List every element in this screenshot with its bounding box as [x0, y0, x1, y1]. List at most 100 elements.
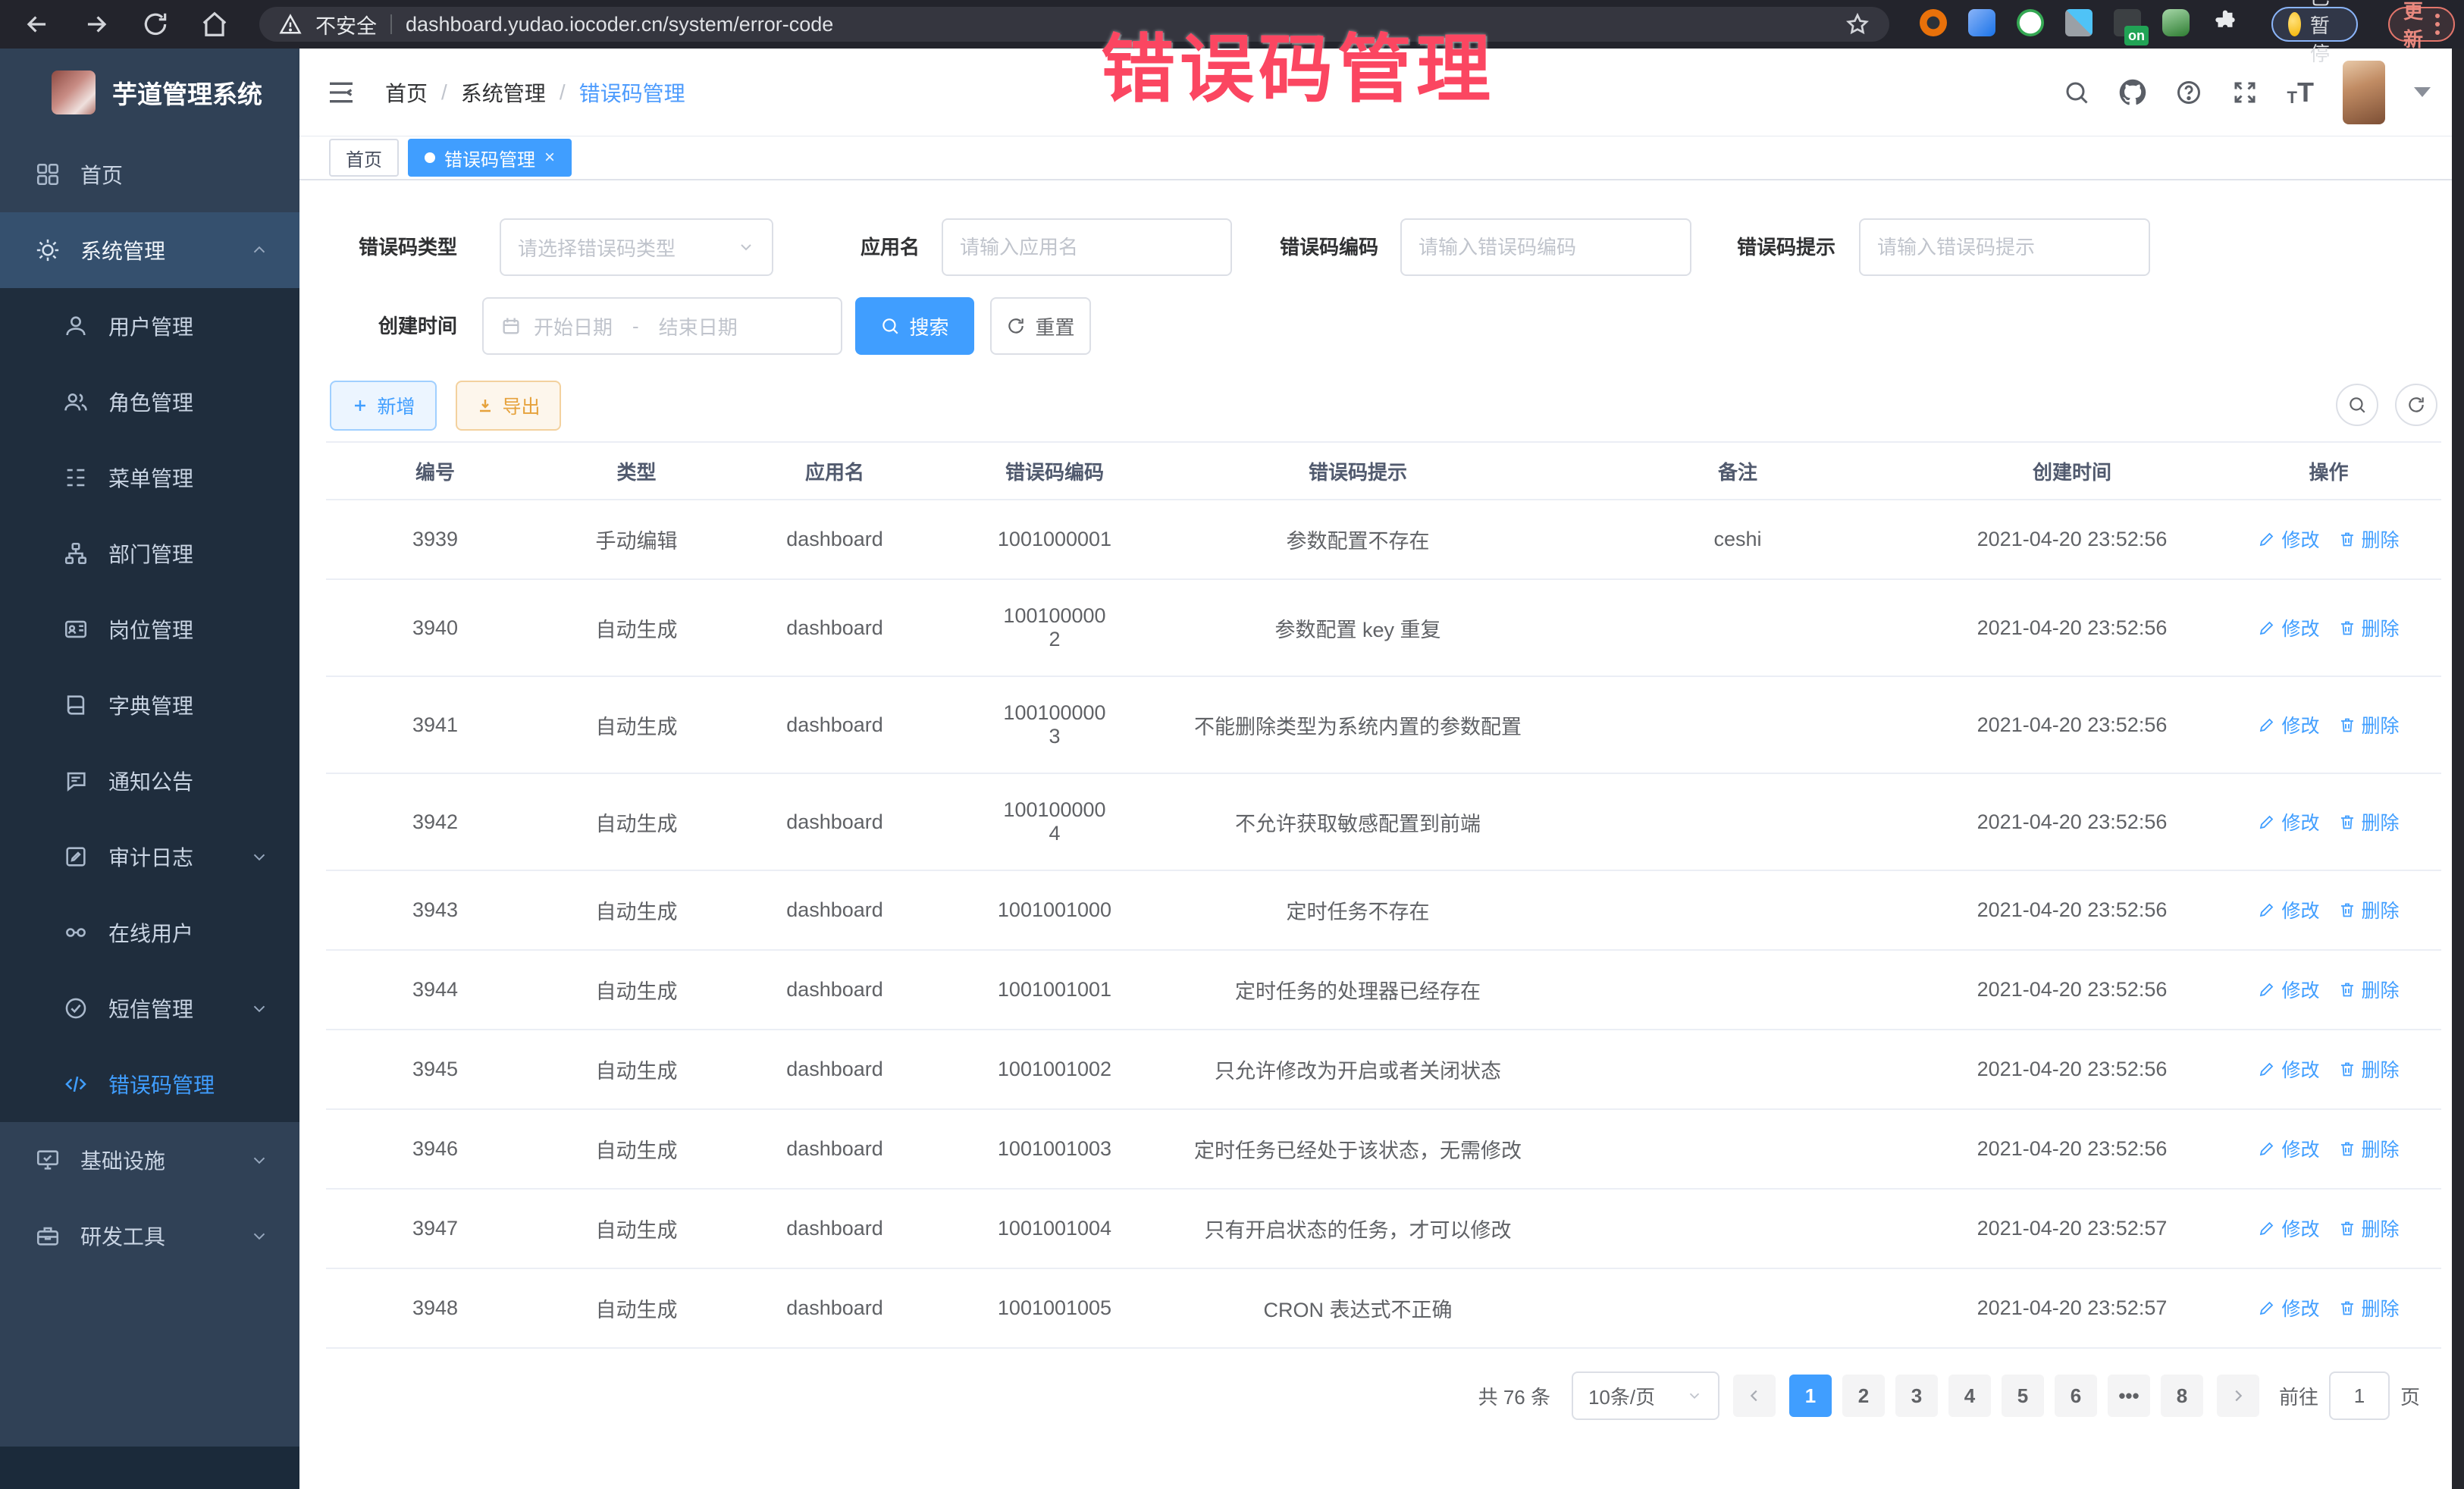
delete-link[interactable]: 删除 [2338, 896, 2400, 923]
cell-tip: 定时任务已经处于该状态，无需修改 [1168, 1109, 1547, 1189]
extension-blue-gem-icon[interactable] [1968, 9, 1998, 39]
sidebar-item-错误码管理[interactable]: 错误码管理 [0, 1046, 299, 1122]
error-type-select[interactable]: 请选择错误码类型 [500, 218, 773, 276]
github-icon[interactable] [2119, 79, 2146, 106]
sidebar-item-通知公告[interactable]: 通知公告 [0, 743, 299, 819]
font-size-icon[interactable]: TT [2287, 79, 2314, 106]
sidebar-item-首页[interactable]: 首页 [0, 136, 299, 212]
extension-orange-icon[interactable] [1920, 9, 1950, 39]
prev-page-button[interactable] [1733, 1375, 1776, 1417]
next-page-button[interactable] [2217, 1375, 2259, 1417]
delete-link[interactable]: 删除 [2338, 808, 2400, 835]
error-code-input[interactable] [1419, 236, 1673, 259]
url-text[interactable]: dashboard.yudao.iocoder.cn/system/error-… [406, 13, 833, 36]
show-search-toggle-button[interactable] [2336, 384, 2378, 426]
page-scrollbar[interactable] [2452, 49, 2464, 1489]
edit-link[interactable]: 修改 [2258, 711, 2319, 738]
sidebar-item-用户管理[interactable]: 用户管理 [0, 288, 299, 364]
browser-menu-icon[interactable] [2435, 14, 2440, 35]
page-button-5[interactable]: 5 [2002, 1375, 2044, 1417]
page-button-6[interactable]: 6 [2055, 1375, 2097, 1417]
trash-icon [2338, 716, 2356, 734]
sidebar-item-角色管理[interactable]: 角色管理 [0, 364, 299, 440]
column-header: 编号 [326, 442, 544, 500]
tab-home[interactable]: 首页 [329, 139, 399, 177]
pencil-icon [2258, 901, 2276, 919]
sidebar-item-基础设施[interactable]: 基础设施 [0, 1122, 299, 1198]
reload-icon[interactable] [141, 10, 170, 39]
edit-link[interactable]: 修改 [2258, 808, 2319, 835]
extension-green-key-icon[interactable] [2162, 9, 2193, 39]
logo[interactable]: 芋道管理系统 [0, 49, 299, 136]
delete-link[interactable]: 删除 [2338, 1215, 2400, 1242]
address-bar[interactable]: 不安全 dashboard.yudao.iocoder.cn/system/er… [259, 7, 1889, 42]
add-button[interactable]: 新增 [330, 381, 437, 431]
page-button-1[interactable]: 1 [1789, 1375, 1832, 1417]
date-range-picker[interactable]: 开始日期 - 结束日期 [482, 297, 842, 355]
page-button-2[interactable]: 2 [1842, 1375, 1885, 1417]
search-button[interactable]: 搜索 [855, 297, 974, 355]
extension-green-y-icon[interactable] [2017, 9, 2047, 39]
delete-link[interactable]: 删除 [2338, 1294, 2400, 1321]
paused-extension-pill[interactable]: 已暂停 [2271, 7, 2358, 42]
error-tip-input[interactable] [1877, 236, 2132, 259]
edit-link[interactable]: 修改 [2258, 1135, 2319, 1162]
delete-link[interactable]: 删除 [2338, 1055, 2400, 1083]
forward-icon[interactable] [82, 10, 111, 39]
app-name-input[interactable] [960, 236, 1214, 259]
sidebar-item-岗位管理[interactable]: 岗位管理 [0, 591, 299, 667]
tab-error-code[interactable]: 错误码管理 × [408, 139, 572, 177]
sidebar-item-菜单管理[interactable]: 菜单管理 [0, 440, 299, 516]
goto-page-input[interactable] [2329, 1371, 2390, 1420]
delete-link[interactable]: 删除 [2338, 711, 2400, 738]
breadcrumb-home[interactable]: 首页 [385, 77, 428, 108]
sidebar-item-研发工具[interactable]: 研发工具 [0, 1198, 299, 1274]
user-avatar[interactable] [2343, 61, 2385, 124]
page-button-4[interactable]: 4 [1948, 1375, 1991, 1417]
sidebar-item-部门管理[interactable]: 部门管理 [0, 516, 299, 591]
menu-icon [63, 465, 89, 491]
collapse-menu-icon[interactable] [326, 77, 356, 108]
browser-update-button[interactable]: 更新 [2388, 7, 2455, 42]
extension-grid-icon[interactable] [2065, 9, 2096, 39]
page-button-8[interactable]: 8 [2161, 1375, 2203, 1417]
edit-link[interactable]: 修改 [2258, 1055, 2319, 1083]
page-button-3[interactable]: 3 [1895, 1375, 1938, 1417]
page-size-select[interactable]: 10条/页 [1572, 1371, 1719, 1420]
sidebar-item-系统管理[interactable]: 系统管理 [0, 212, 299, 288]
edit-link[interactable]: 修改 [2258, 1294, 2319, 1321]
home-icon[interactable] [200, 10, 229, 39]
edit-link[interactable]: 修改 [2258, 1215, 2319, 1242]
help-icon[interactable] [2175, 79, 2202, 106]
search-icon[interactable] [2063, 79, 2090, 106]
export-button[interactable]: 导出 [456, 381, 561, 431]
fullscreen-icon[interactable] [2231, 79, 2259, 106]
reset-button[interactable]: 重置 [990, 297, 1091, 355]
cell-time: 2021-04-20 23:52:57 [1928, 1268, 2216, 1348]
user-menu-caret-icon[interactable] [2414, 87, 2431, 97]
extension-dark-on-icon[interactable]: on [2114, 9, 2144, 39]
delete-link[interactable]: 删除 [2338, 976, 2400, 1003]
edit-link[interactable]: 修改 [2258, 976, 2319, 1003]
cell-time: 2021-04-20 23:52:56 [1928, 870, 2216, 950]
back-icon[interactable] [23, 10, 52, 39]
edit-link[interactable]: 修改 [2258, 896, 2319, 923]
refresh-table-button[interactable] [2395, 384, 2437, 426]
cell-note [1547, 950, 1928, 1030]
edit-link[interactable]: 修改 [2258, 525, 2319, 553]
extensions-row: on [1920, 9, 2241, 39]
page-ellipsis-button[interactable]: ••• [2108, 1375, 2150, 1417]
extension-puzzle-icon[interactable] [2211, 9, 2241, 39]
sidebar-item-审计日志[interactable]: 审计日志 [0, 819, 299, 895]
sidebar-item-短信管理[interactable]: 短信管理 [0, 970, 299, 1046]
security-label[interactable]: 不安全 [315, 10, 377, 39]
delete-link[interactable]: 删除 [2338, 1135, 2400, 1162]
delete-link[interactable]: 删除 [2338, 614, 2400, 641]
tab-close-icon[interactable]: × [544, 149, 555, 167]
sidebar-item-在线用户[interactable]: 在线用户 [0, 895, 299, 970]
breadcrumb-system[interactable]: 系统管理 [461, 77, 546, 108]
delete-link[interactable]: 删除 [2338, 525, 2400, 553]
edit-link[interactable]: 修改 [2258, 614, 2319, 641]
sidebar-item-字典管理[interactable]: 字典管理 [0, 667, 299, 743]
bookmark-star-icon[interactable] [1845, 12, 1870, 36]
